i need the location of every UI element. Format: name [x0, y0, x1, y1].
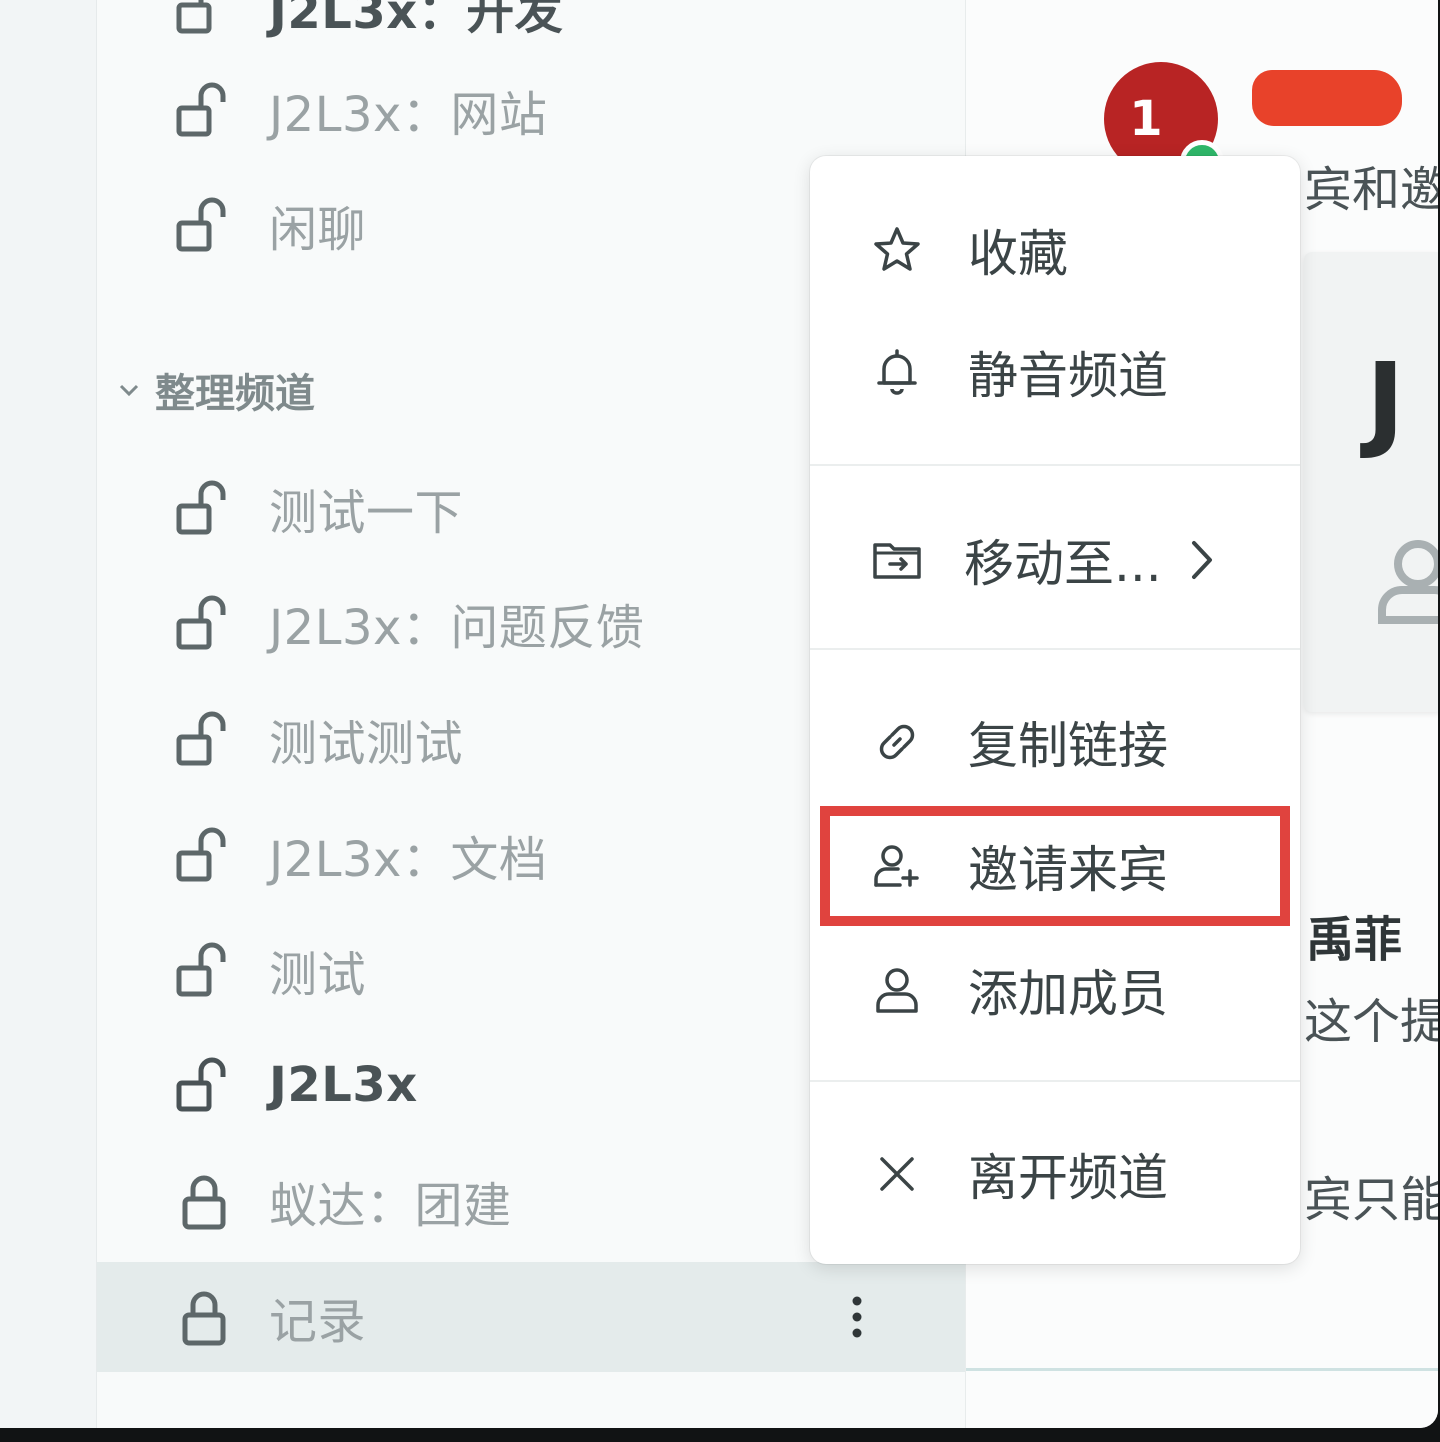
message-text: 这个提: [1304, 994, 1438, 1050]
composer-divider: [966, 1368, 1438, 1371]
unlock-icon: [176, 0, 212, 34]
menu-item-label: 收藏: [968, 225, 1068, 283]
user-icon: [876, 968, 918, 1013]
unlock-icon: [176, 1057, 226, 1112]
channel-item[interactable]: J2L3x：网站: [97, 55, 965, 165]
channel-item-active[interactable]: 记录: [97, 1262, 965, 1372]
unlock-icon: [176, 595, 226, 650]
channel-label: J2L3x：网站: [269, 87, 548, 143]
close-icon: [880, 1157, 914, 1191]
folder-move-icon: [873, 543, 921, 579]
channel-label: 记录: [269, 1294, 367, 1350]
channel-context-menu: 收藏 静音频道 移动至... 复制链接 邀请来宾 添加成员 离开频道: [810, 156, 1300, 1264]
unlock-icon: [176, 942, 226, 997]
group-label: 整理频道: [155, 371, 315, 417]
avatar-badge-number: 1: [1129, 91, 1163, 147]
channel-label: J2L3x：文档: [269, 832, 548, 888]
unlock-icon: [176, 82, 226, 137]
lock-icon: [182, 1175, 226, 1230]
header-subtitle: 宾和邀: [1304, 162, 1438, 218]
channel-label: 测试一下: [269, 485, 464, 541]
message-author: 禹菲: [1306, 912, 1403, 968]
unlock-icon: [176, 197, 226, 252]
app-window: J2L3x：开发 J2L3x：网站 闲聊 整理频道 测试一下 J2L3x：问题反…: [0, 0, 1438, 1428]
unlock-icon: [176, 827, 226, 882]
menu-item-label: 移动至...: [964, 535, 1162, 593]
channel-label: J2L3x: [269, 1057, 418, 1113]
channel-label: J2L3x：问题反馈: [269, 600, 645, 656]
channel-label: 测试测试: [269, 716, 464, 772]
menu-separator: [810, 1080, 1300, 1082]
unlock-icon: [176, 480, 226, 535]
menu-item-add-member[interactable]: 添加成员: [810, 940, 1300, 1040]
chevron-right-icon: [1192, 541, 1212, 579]
menu-item-label: 复制链接: [968, 717, 1168, 775]
channel-label: 闲聊: [269, 202, 367, 258]
link-icon: [879, 724, 915, 760]
person-icon: [1378, 540, 1438, 624]
menu-item-favorite[interactable]: 收藏: [810, 200, 1300, 300]
highlight-box: [820, 806, 1290, 926]
menu-separator: [810, 648, 1300, 650]
star-icon: [874, 227, 920, 271]
chevron-down-icon: [119, 384, 139, 397]
bell-icon: [877, 349, 917, 395]
menu-item-label: 静音频道: [968, 347, 1168, 405]
redacted-username: [1252, 70, 1402, 126]
lock-icon: [182, 1291, 226, 1346]
channel-label: 测试: [269, 947, 367, 1003]
menu-separator: [810, 464, 1300, 466]
channel-label: 蚁达：团建: [269, 1178, 512, 1234]
channel-label: J2L3x：开发: [269, 0, 564, 40]
unlock-icon: [176, 711, 226, 766]
menu-item-move-to[interactable]: 移动至...: [810, 510, 1300, 610]
menu-item-leave-channel[interactable]: 离开频道: [810, 1124, 1300, 1224]
menu-item-label: 离开频道: [968, 1149, 1168, 1207]
channel-initial: J: [1366, 340, 1405, 462]
message-text: 宾只能: [1304, 1172, 1438, 1228]
more-options-icon[interactable]: [841, 1293, 873, 1341]
channel-item[interactable]: J2L3x：开发: [97, 0, 965, 62]
menu-item-copy-link[interactable]: 复制链接: [810, 692, 1300, 792]
menu-item-label: 添加成员: [968, 965, 1168, 1023]
channel-info-card: [1304, 252, 1438, 712]
channel-group-header[interactable]: 整理频道: [117, 360, 315, 420]
menu-item-mute[interactable]: 静音频道: [810, 322, 1300, 422]
